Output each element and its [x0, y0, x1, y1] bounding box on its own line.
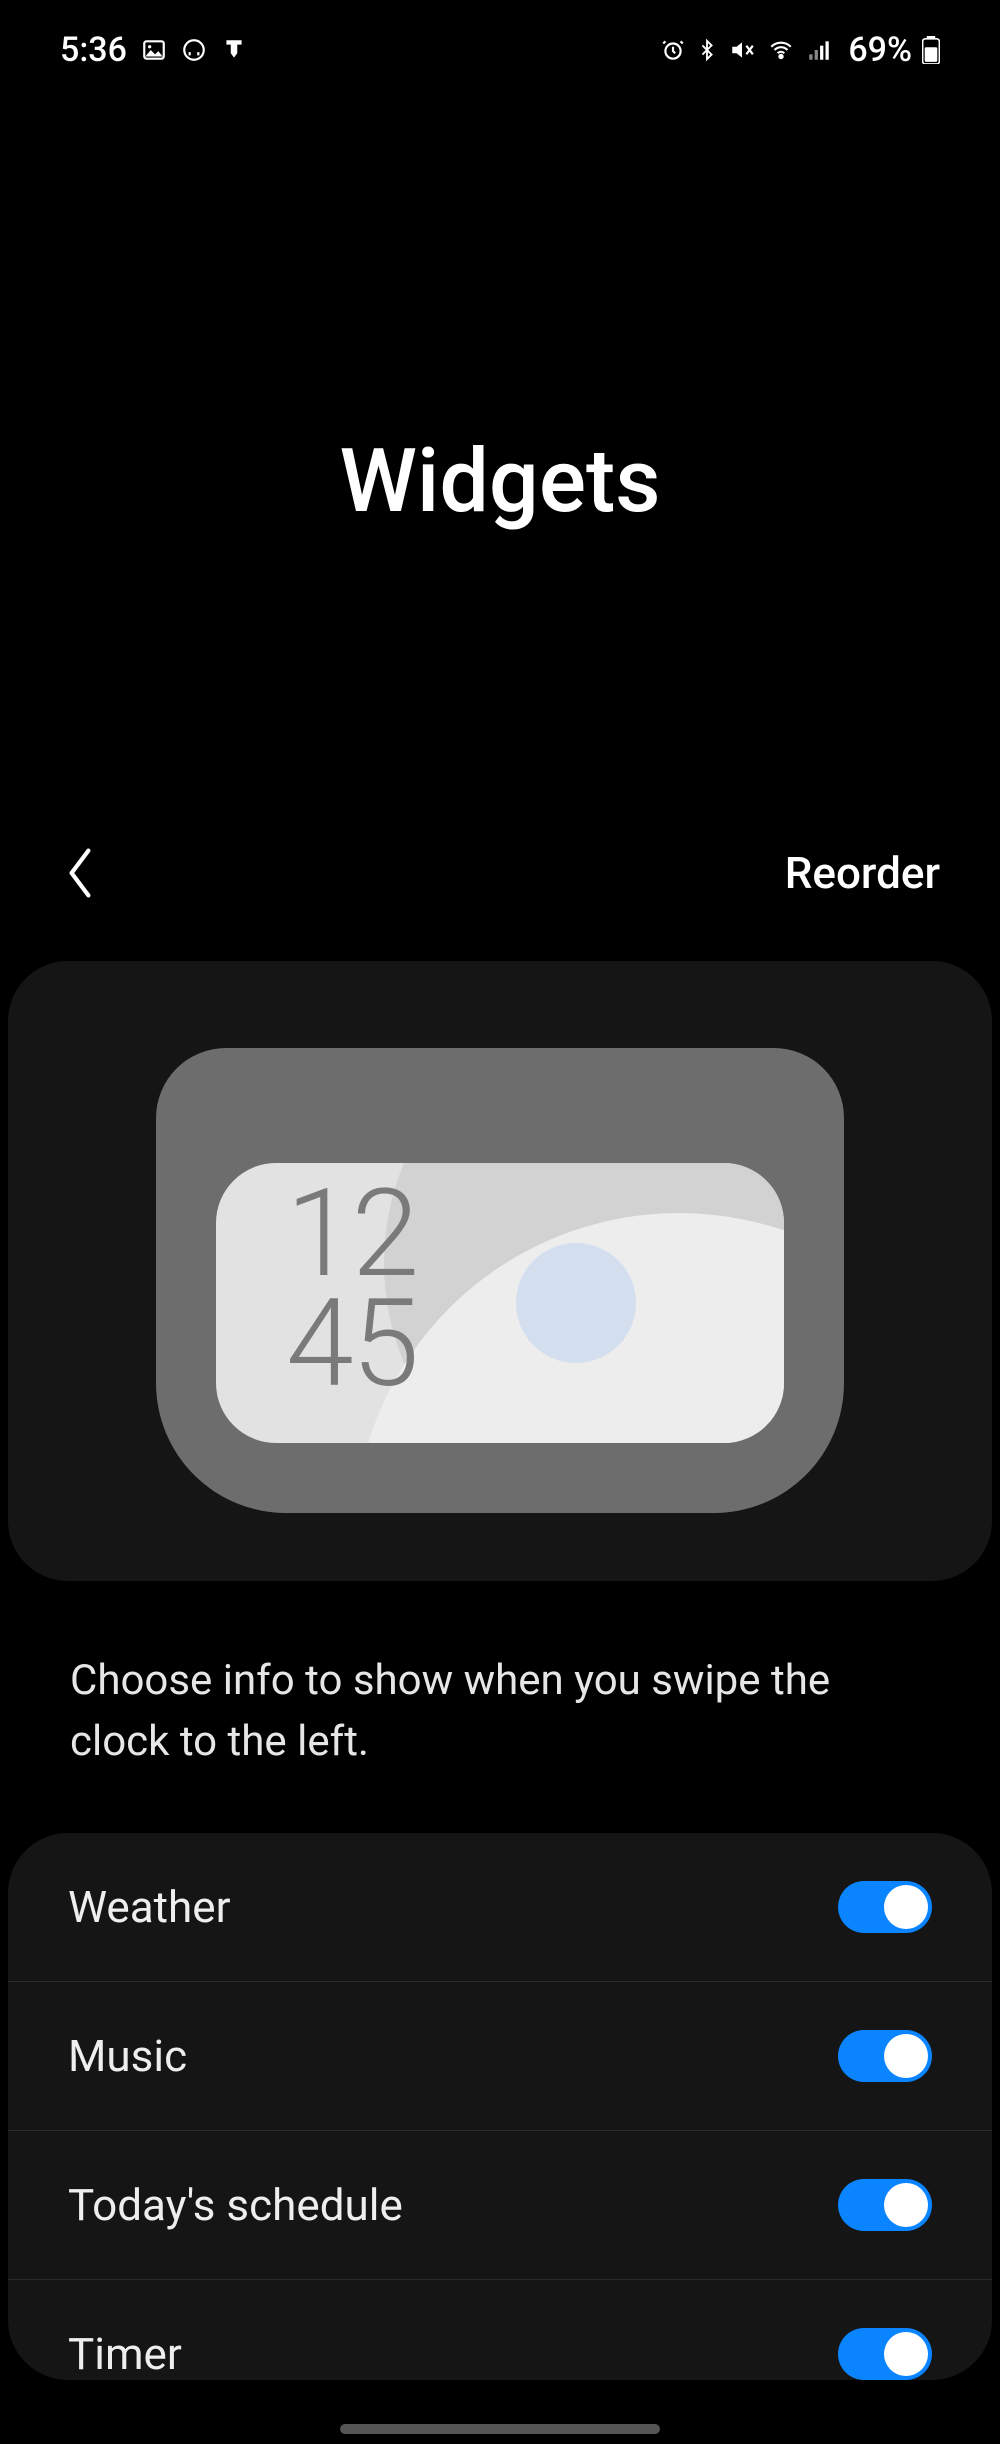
- list-item-todays-schedule[interactable]: Today's schedule: [8, 2130, 992, 2279]
- list-item-label: Music: [68, 2030, 187, 2082]
- bluetooth-icon: [696, 37, 718, 63]
- header-row: Reorder: [0, 843, 1000, 903]
- toggle-timer[interactable]: [838, 2328, 932, 2380]
- clock-widget-preview: 12 45: [216, 1163, 784, 1443]
- clock-time: 5:36: [60, 30, 127, 70]
- signal-icon: [806, 37, 832, 63]
- chevron-left-icon: [63, 845, 97, 901]
- preview-time: 12 45: [286, 1173, 417, 1405]
- list-item-weather[interactable]: Weather: [8, 1833, 992, 1981]
- battery-percentage: 69%: [848, 30, 912, 70]
- alarm-icon: [660, 37, 686, 63]
- toggle-music[interactable]: [838, 2030, 932, 2082]
- list-item-label: Timer: [68, 2328, 182, 2380]
- picture-icon: [141, 37, 167, 63]
- list-item-music[interactable]: Music: [8, 1981, 992, 2130]
- preview-card: 12 45: [8, 961, 992, 1581]
- home-indicator[interactable]: [340, 2424, 660, 2434]
- status-right: 69%: [660, 30, 940, 70]
- description-text: Choose info to show when you swipe the c…: [0, 1581, 1000, 1773]
- wifi-icon: [766, 37, 796, 63]
- back-button[interactable]: [50, 843, 110, 903]
- preview-time-bottom: 45: [286, 1283, 417, 1405]
- status-left: 5:36: [60, 30, 247, 70]
- list-item-timer[interactable]: Timer: [8, 2279, 992, 2380]
- status-bar: 5:36 69%: [0, 0, 1000, 90]
- toggle-todays-schedule[interactable]: [838, 2179, 932, 2231]
- list-item-label: Today's schedule: [68, 2179, 403, 2231]
- device-preview: 12 45: [156, 1048, 844, 1513]
- widget-list: Weather Music Today's schedule Timer: [8, 1833, 992, 2380]
- reorder-button[interactable]: Reorder: [785, 847, 950, 899]
- toggle-weather[interactable]: [838, 1881, 932, 1933]
- download-icon: [221, 37, 247, 63]
- headphones-icon: [181, 37, 207, 63]
- list-item-label: Weather: [68, 1881, 231, 1933]
- battery-icon: [922, 36, 940, 64]
- page-title: Widgets: [0, 430, 1000, 533]
- mute-icon: [728, 37, 756, 63]
